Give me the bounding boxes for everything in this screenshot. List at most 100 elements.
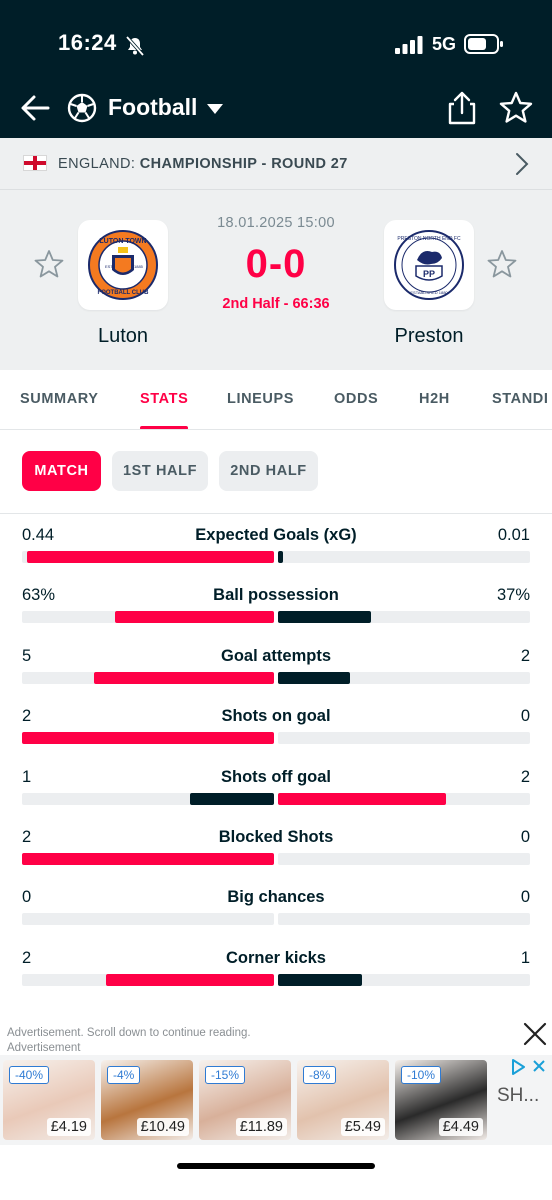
stat-away-track xyxy=(278,551,530,563)
league-bar[interactable]: ENGLAND: CHAMPIONSHIP - ROUND 27 xyxy=(0,138,552,190)
stat-home-bar xyxy=(22,732,274,745)
stat-home-track xyxy=(22,551,274,563)
tab-summary[interactable]: SUMMARY xyxy=(20,391,99,407)
stat-away-bar xyxy=(278,671,350,684)
away-team-logo[interactable]: PRESTON NORTH END FC PP ESTABLISHED 1880 xyxy=(384,220,474,310)
stat-away-value: 0 xyxy=(520,828,530,846)
luton-crest-icon: LUTON TOWN FOOTBALL CLUB EST 1885 xyxy=(88,230,158,300)
period-filter: MATCH 1ST HALF 2ND HALF xyxy=(0,430,552,514)
stat-home-value: 2 xyxy=(22,707,32,726)
tab-lineups[interactable]: LINEUPS xyxy=(227,391,294,407)
stat-home-track xyxy=(22,792,274,805)
stat-home-value: 63% xyxy=(22,586,56,605)
stats-list: 0.44 Expected Goals (xG) 0.01 63% Ball posse… xyxy=(0,514,552,1004)
chevron-right-icon[interactable] xyxy=(514,152,530,176)
ad-notice: Advertisement. Scroll down to continue r… xyxy=(7,1027,251,1039)
stat-home-track xyxy=(22,671,274,684)
period-second-half-button[interactable]: 2ND HALF xyxy=(219,451,318,491)
home-team-logo[interactable]: LUTON TOWN FOOTBALL CLUB EST 1885 xyxy=(78,220,168,310)
league-country: ENGLAND: xyxy=(58,156,136,172)
luton-crest-est-text: EST xyxy=(105,264,113,269)
back-arrow-icon[interactable] xyxy=(18,90,54,126)
stat-home-track xyxy=(22,611,274,624)
stat-label: Ball possession xyxy=(213,586,339,605)
tab-h2h[interactable]: H2H xyxy=(419,391,450,407)
adchoices-icon[interactable] xyxy=(510,1059,526,1075)
stat-away-value: 1 xyxy=(520,948,530,967)
away-team-name[interactable]: Preston xyxy=(359,325,499,348)
stat-away-track xyxy=(278,973,530,986)
app-header: 16:24 5G Football xyxy=(0,0,552,138)
favorite-star-icon[interactable] xyxy=(498,90,534,126)
luton-crest-name-text: LUTON TOWN xyxy=(99,238,146,245)
discount-badge: -40% xyxy=(9,1066,50,1084)
stat-home-value: 5 xyxy=(22,646,32,665)
stat-home-value: 0.44 xyxy=(22,526,55,544)
ad-product-card[interactable]: -15% £11.89 xyxy=(199,1060,291,1140)
advertisement: Advertisement. Scroll down to continue r… xyxy=(0,1020,552,1200)
stat-row: 2 Shots on goal 0 xyxy=(0,695,552,755)
tab-odds[interactable]: ODDS xyxy=(334,391,378,407)
stat-row: 0 Big chances 0 xyxy=(0,876,552,936)
stat-label: Shots on goal xyxy=(221,707,331,726)
home-team-name[interactable]: Luton xyxy=(53,325,193,348)
stat-label: Expected Goals (xG) xyxy=(195,526,357,544)
favorite-home-star-icon[interactable] xyxy=(33,248,65,280)
stat-home-value: 1 xyxy=(22,767,32,786)
stat-label: Blocked Shots xyxy=(218,828,334,846)
stat-away-bar xyxy=(278,792,446,805)
stat-label: Goal attempts xyxy=(220,646,332,665)
ad-product-card[interactable]: -40% £4.19 xyxy=(3,1060,95,1140)
tab-stats[interactable]: STATS xyxy=(140,391,188,407)
share-icon[interactable] xyxy=(445,90,479,126)
stat-home-track xyxy=(22,973,274,986)
stat-away-track xyxy=(278,792,530,805)
product-price: £11.89 xyxy=(235,1118,287,1136)
ad-product-strip: SH... -40% £4.19 -4% £10.49 -15% £11.89 -8% £5.… xyxy=(0,1055,552,1145)
period-match-button[interactable]: MATCH xyxy=(22,451,101,491)
home-indicator xyxy=(177,1163,375,1169)
match-tabs: SUMMARY STATS LINEUPS ODDS H2H STANDI xyxy=(0,370,552,430)
stat-away-value: 2 xyxy=(520,646,530,665)
stat-label: Big chances xyxy=(227,888,325,907)
signal-icon xyxy=(395,36,423,54)
stat-away-value: 0 xyxy=(520,888,530,907)
sport-title[interactable]: Football xyxy=(108,94,197,121)
luton-crest-year-text: 1885 xyxy=(134,264,144,269)
preston-crest-icon: PRESTON NORTH END FC PP ESTABLISHED 1880 xyxy=(394,230,464,300)
league-competition: CHAMPIONSHIP - ROUND 27 xyxy=(139,156,348,172)
stat-away-value: 0.01 xyxy=(497,526,530,544)
stat-away-value: 0 xyxy=(520,707,530,726)
discount-badge: -4% xyxy=(107,1066,141,1084)
ad-product-card[interactable]: -8% £5.49 xyxy=(297,1060,389,1140)
ad-product-card[interactable]: -4% £10.49 xyxy=(101,1060,193,1140)
product-price: £4.19 xyxy=(46,1118,91,1136)
stat-away-track xyxy=(278,853,530,865)
stat-away-track xyxy=(278,732,530,745)
stat-row: 1 Shots off goal 2 xyxy=(0,756,552,816)
close-icon[interactable] xyxy=(522,1021,548,1047)
luton-crest-club-text: FOOTBALL CLUB xyxy=(98,290,150,296)
stat-home-value: 2 xyxy=(22,828,32,846)
ad-shop-link[interactable]: SH... xyxy=(497,1085,539,1107)
match-datetime: 18.01.2025 15:00 xyxy=(217,215,335,231)
stat-label: Corner kicks xyxy=(226,948,326,967)
stat-home-value: 0 xyxy=(22,888,32,907)
discount-badge: -10% xyxy=(401,1066,442,1084)
england-flag-icon xyxy=(23,155,47,171)
discount-badge: -8% xyxy=(303,1066,337,1084)
period-first-half-button[interactable]: 1ST HALF xyxy=(112,451,208,491)
preston-crest-established-text: ESTABLISHED 1880 xyxy=(410,290,448,295)
ad-product-card[interactable]: -10% £4.49 xyxy=(395,1060,487,1140)
ad-dismiss-icon[interactable] xyxy=(532,1059,546,1073)
stat-away-bar xyxy=(278,551,283,563)
ad-label: Advertisement xyxy=(7,1042,81,1054)
network-type: 5G xyxy=(432,34,457,54)
favorite-away-star-icon[interactable] xyxy=(486,248,518,280)
tab-standings[interactable]: STANDI xyxy=(492,391,549,407)
stat-row: 63% Ball possession 37% xyxy=(0,574,552,634)
product-price: £5.49 xyxy=(340,1118,385,1136)
stat-away-track xyxy=(278,913,530,926)
stat-home-bar xyxy=(190,792,274,805)
dropdown-caret-icon[interactable] xyxy=(205,102,225,116)
